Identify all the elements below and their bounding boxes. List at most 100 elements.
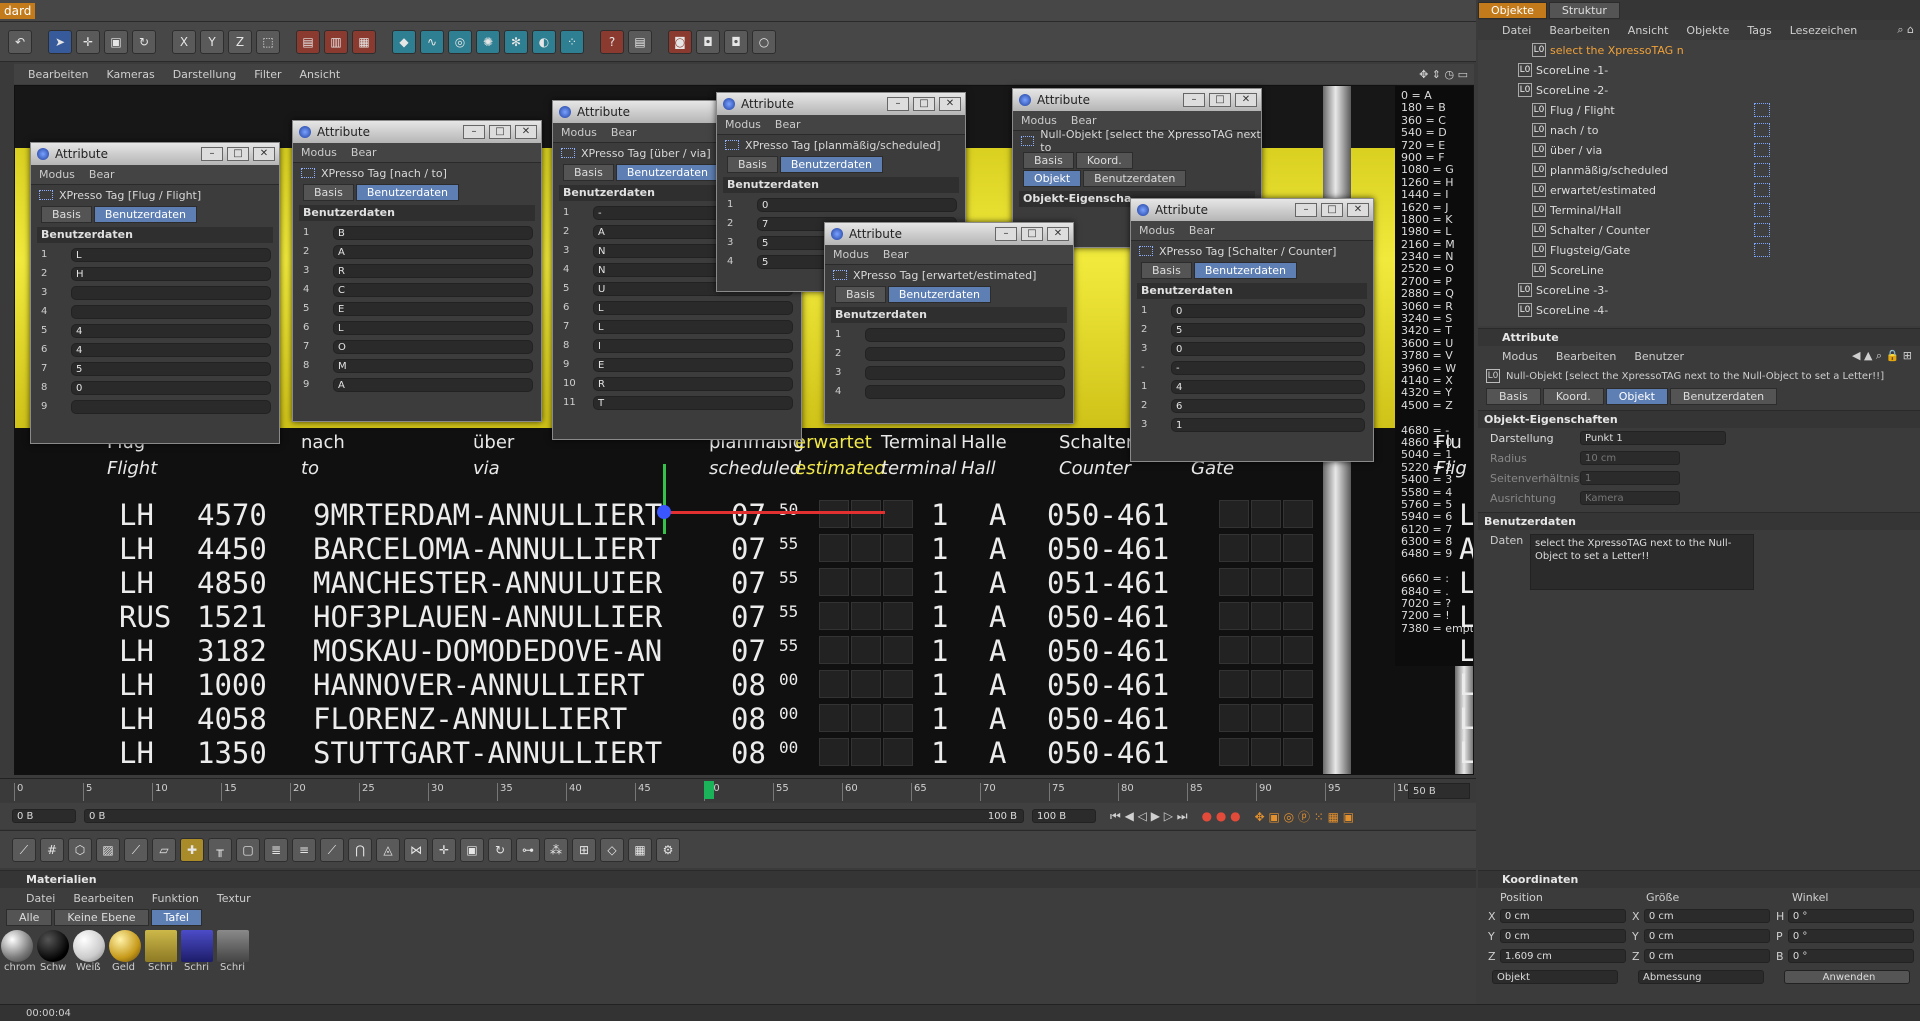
tab-basis[interactable]: Basis <box>727 155 778 173</box>
start-frame-field[interactable]: 0 B <box>12 809 76 823</box>
am-menu-benutzer[interactable]: Benutzer <box>1634 350 1684 363</box>
tree-item[interactable]: L0 über / via <box>1518 140 1920 160</box>
field-input[interactable] <box>865 346 1065 361</box>
apply-button[interactable]: Anwenden <box>1784 970 1910 984</box>
menu-bearbeiten[interactable]: Bear <box>883 248 909 261</box>
maximize-button[interactable]: □ <box>1321 203 1343 217</box>
cube-outline-icon[interactable]: ◇ <box>600 837 624 862</box>
tree-item[interactable]: L0 select the XpressoTAG n <box>1518 40 1920 60</box>
maximize-button[interactable]: □ <box>489 125 511 139</box>
coord-size-mode-select[interactable]: Abmessung <box>1638 970 1764 984</box>
range-slider[interactable]: 0 B 100 B <box>84 809 1024 823</box>
field-input[interactable]: L <box>333 320 533 335</box>
menu-bearbeiten[interactable]: Bear <box>1189 224 1215 237</box>
plane-icon[interactable]: ▱ <box>152 837 176 862</box>
cube-icon[interactable]: ◆ <box>392 29 416 54</box>
material-swatch[interactable]: Geld <box>109 930 144 973</box>
tab-objekte[interactable]: Objekte <box>1478 1 1547 19</box>
bridge-icon[interactable]: ⊶ <box>516 837 540 862</box>
tree-item[interactable]: L0 ScoreLine -2- <box>1518 80 1920 100</box>
coord-input[interactable]: 0 ° <box>1787 929 1914 943</box>
field-input[interactable]: H <box>71 266 271 281</box>
om-menu-ansicht[interactable]: Ansicht <box>1628 24 1669 37</box>
menu-modus[interactable]: Modus <box>39 168 75 181</box>
tree-item[interactable]: L0 Schalter / Counter <box>1518 220 1920 240</box>
mat-menu-bearbeiten[interactable]: Bearbeiten <box>73 892 133 905</box>
field-input[interactable]: A <box>333 244 533 259</box>
deformer-icon[interactable]: ✻ <box>504 29 528 54</box>
viewport-menu-darstellung[interactable]: Darstellung <box>173 68 237 81</box>
current-frame-field[interactable]: 50 B <box>1408 783 1470 799</box>
layout-icon[interactable]: ◙ <box>668 29 692 54</box>
window-titlebar[interactable]: Attribute – □ ✕ <box>717 93 965 115</box>
array-grid-icon[interactable]: ▦ <box>628 837 652 862</box>
field-input[interactable]: L <box>71 247 271 262</box>
nurbs-icon[interactable]: ◎ <box>448 29 472 54</box>
field-input[interactable]: 6 <box>1171 398 1365 413</box>
menu-bearbeiten[interactable]: Bear <box>611 126 637 139</box>
timeline-ruler[interactable]: 0510152025303540455055606570758085909510… <box>0 778 1476 802</box>
field-input[interactable]: R <box>333 263 533 278</box>
tree-item[interactable]: L0 planmäßig/scheduled <box>1518 160 1920 180</box>
coord-input[interactable]: 1.609 cm <box>1499 949 1626 963</box>
window-titlebar[interactable]: Attribute – □ ✕ <box>1013 89 1261 111</box>
field-input[interactable]: I <box>593 338 793 353</box>
align-icon[interactable]: ⊞ <box>572 837 596 862</box>
polygon-icon[interactable]: ⬡ <box>68 837 92 862</box>
minimize-button[interactable]: – <box>887 97 909 111</box>
field-input[interactable]: L <box>593 319 793 334</box>
close-button[interactable]: ✕ <box>1047 227 1069 241</box>
om-menu-lesezeichen[interactable]: Lesezeichen <box>1790 24 1858 37</box>
weld-icon[interactable]: ⁂ <box>544 837 568 862</box>
material-swatch[interactable]: Schri <box>145 930 180 973</box>
tab-struktur[interactable]: Struktur <box>1548 1 1620 19</box>
tree-item[interactable]: L0 ScoreLine <box>1518 260 1920 280</box>
field-input[interactable]: 0 <box>1171 341 1365 356</box>
tab-basis[interactable]: Basis <box>563 163 614 181</box>
viewport-menu-bearbeiten[interactable]: Bearbeiten <box>28 68 88 81</box>
brush-icon[interactable]: ⟋ <box>124 837 148 862</box>
palette-icon-1[interactable]: ◘ <box>696 29 720 54</box>
am-nav-icons[interactable]: ◀ ▲ ⌕ 🔒 ⊞ <box>1852 349 1912 363</box>
field-input[interactable]: B <box>333 225 533 240</box>
knife-icon[interactable]: ⟋ <box>12 837 36 862</box>
field-input[interactable] <box>71 304 271 319</box>
menu-bearbeiten[interactable]: Bear <box>1071 114 1097 127</box>
y-axis-handle[interactable] <box>663 464 666 534</box>
field-input[interactable]: E <box>333 301 533 316</box>
menu-modus[interactable]: Modus <box>1021 114 1057 127</box>
coord-input[interactable]: 0 ° <box>1787 949 1914 963</box>
field-input[interactable]: 5 <box>71 361 271 376</box>
coord-input[interactable]: 0 cm <box>1499 909 1626 923</box>
search-icon[interactable]: ⌕ ⌂ <box>1897 23 1914 37</box>
scale-tool-icon[interactable]: ▣ <box>104 29 128 54</box>
z-axis-icon[interactable]: Z <box>228 29 252 54</box>
field-input[interactable]: C <box>333 282 533 297</box>
field-input[interactable]: O <box>333 339 533 354</box>
mat-menu-textur[interactable]: Textur <box>217 892 251 905</box>
layers-icon[interactable]: ≣ <box>264 837 288 862</box>
settings-icon[interactable]: ⚙ <box>656 837 680 862</box>
tab-benutzerdaten[interactable]: Benutzerdaten <box>779 155 884 173</box>
menu-bearbeiten[interactable]: Bear <box>775 118 801 131</box>
minimize-button[interactable]: – <box>201 147 223 161</box>
material-swatch[interactable]: Schri <box>217 930 252 973</box>
rotate-tool-icon[interactable]: ↻ <box>132 29 156 54</box>
window-titlebar[interactable]: Attribute – □ ✕ <box>1131 199 1373 221</box>
xpresso-tag-icon[interactable] <box>1754 163 1770 177</box>
move-tool-icon[interactable]: ✛ <box>76 29 100 54</box>
om-menu-tags[interactable]: Tags <box>1747 24 1771 37</box>
om-menu-bearbeiten[interactable]: Bearbeiten <box>1549 24 1609 37</box>
coord-mode-select[interactable]: Objekt <box>1492 970 1618 984</box>
tree-item[interactable]: L0 ScoreLine -3- <box>1518 280 1920 300</box>
spline-icon[interactable]: ∿ <box>420 29 444 54</box>
field-input[interactable]: 4 <box>1171 379 1365 394</box>
tab-basis[interactable]: Basis <box>303 183 354 201</box>
attribute-window-flug[interactable]: Attribute – □ ✕ Modus Bear XPresso Tag [Flug… <box>30 142 280 444</box>
coord-input[interactable]: 0 cm <box>1643 909 1770 923</box>
y-axis-icon[interactable]: Y <box>200 29 224 54</box>
om-menu-objekte[interactable]: Objekte <box>1686 24 1729 37</box>
am-menu-bearbeiten[interactable]: Bearbeiten <box>1556 350 1616 363</box>
mat-menu-datei[interactable]: Datei <box>26 892 55 905</box>
tab-koord[interactable]: Koord. <box>1075 151 1133 169</box>
